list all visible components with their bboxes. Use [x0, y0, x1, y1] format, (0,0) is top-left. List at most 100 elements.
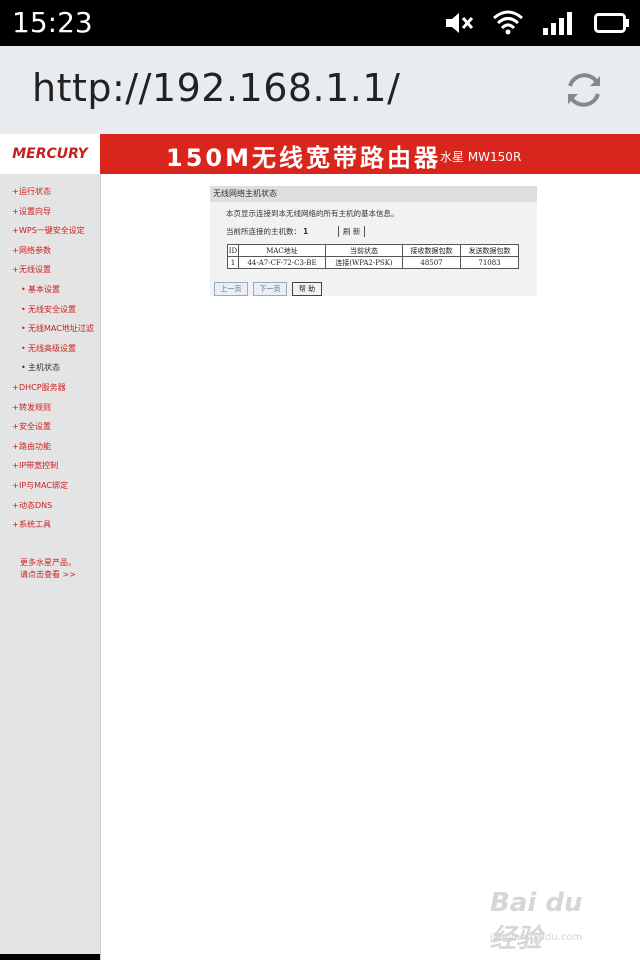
sidebar-item[interactable]: + DHCP服务器: [0, 378, 100, 398]
sidebar-item[interactable]: + 运行状态: [0, 182, 100, 202]
sidebar-item[interactable]: + 动态DNS: [0, 496, 100, 516]
router-header: MERCURY 150M无线宽带路由器 水星 MW150R: [0, 134, 640, 174]
bullet-icon: +: [12, 187, 19, 196]
sidebar-item[interactable]: + 系统工具: [0, 515, 100, 535]
sidebar-item[interactable]: + 路由功能: [0, 437, 100, 457]
dot-icon: •: [21, 363, 26, 373]
sidebar-nav: + 运行状态 + 设置向导 + WPS一键安全设定 + 网络参数 + 无线设置 • 基本设置 • 无线安全…: [0, 174, 101, 960]
dot-icon: •: [21, 343, 26, 353]
sidebar-item[interactable]: + IP带宽控制: [0, 456, 100, 476]
url-text[interactable]: http://192.168.1.1/: [32, 66, 400, 110]
host-table: ID MAC地址 当前状态 接收数据包数 发送数据包数 1 44-A7-CF-7…: [227, 244, 519, 269]
host-count-label: 当前所连接的主机数：: [226, 227, 301, 236]
sidebar-item[interactable]: + WPS一键安全设定: [0, 221, 100, 241]
sidebar-item[interactable]: + IP与MAC绑定: [0, 476, 100, 496]
help-button[interactable]: 帮 助: [292, 282, 322, 296]
table-header-cell: 当前状态: [325, 244, 403, 257]
bullet-icon: +: [12, 480, 19, 490]
status-time: 15:23: [12, 6, 93, 39]
mercury-logo: MERCURY: [12, 146, 88, 162]
bullet-icon: +: [12, 422, 19, 432]
sidebar-item-label[interactable]: IP带宽控制: [19, 456, 58, 476]
sidebar-item-label[interactable]: 主机状态: [28, 358, 60, 378]
sidebar-item-label[interactable]: 无线高级设置: [28, 339, 76, 359]
wifi-icon: [493, 10, 523, 35]
table-header-cell: 发送数据包数: [460, 244, 519, 257]
bullet-icon: +: [12, 382, 19, 392]
sidebar-item-label[interactable]: 无线MAC地址过滤: [28, 319, 94, 339]
table-header-cell: ID: [227, 244, 239, 257]
sidebar-item-label[interactable]: 动态DNS: [19, 496, 52, 516]
sidebar-item[interactable]: • 无线高级设置: [0, 339, 100, 359]
host-count-value: 1: [303, 227, 309, 236]
table-header-cell: 接收数据包数: [402, 244, 461, 257]
sidebar-item-label[interactable]: 安全设置: [19, 417, 51, 437]
refresh-button[interactable]: 刷 新: [338, 226, 366, 237]
status-icons: [444, 8, 630, 38]
host-status-panel: 无线网络主机状态 本页显示连接到本无线网络的所有主机的基本信息。 当前所连接的主…: [210, 186, 537, 296]
next-page-button[interactable]: 下一页: [253, 282, 287, 296]
table-cell: 44-A7-CF-72-C3-BE: [238, 256, 326, 269]
sidebar-item-label[interactable]: 运行状态: [19, 182, 51, 202]
status-bar: 15:23: [0, 0, 640, 46]
sidebar-item-label[interactable]: 无线设置: [19, 260, 51, 280]
sidebar-item-label[interactable]: 基本设置: [28, 280, 60, 300]
sidebar-item[interactable]: + 设置向导: [0, 202, 100, 222]
sidebar-item[interactable]: + 安全设置: [0, 417, 100, 437]
promo-link[interactable]: 更多水星产品， 请点击查看 >>: [20, 557, 76, 581]
sidebar-item[interactable]: • 主机状态: [0, 358, 100, 378]
sidebar-item-label[interactable]: DHCP服务器: [19, 378, 66, 398]
table-cell: 连接(WPA2-PSK): [325, 256, 403, 269]
table-cell: 71083: [460, 256, 519, 269]
table-cell: 1: [227, 256, 239, 269]
sidebar-item-label[interactable]: 转发规则: [19, 398, 51, 418]
sidebar-item[interactable]: + 转发规则: [0, 398, 100, 418]
panel-description: 本页显示连接到本无线网络的所有主机的基本信息。: [226, 209, 399, 218]
bullet-icon: +: [12, 402, 19, 412]
table-header-row: ID MAC地址 当前状态 接收数据包数 发送数据包数: [227, 244, 519, 257]
signal-icon: [543, 12, 572, 35]
sidebar-item-label[interactable]: 设置向导: [19, 202, 51, 222]
promo-line-1[interactable]: 更多水星产品，: [20, 557, 76, 569]
browser-address-bar[interactable]: http://192.168.1.1/: [0, 46, 640, 135]
prev-page-button[interactable]: 上一页: [214, 282, 248, 296]
sidebar-item-label[interactable]: 系统工具: [19, 515, 51, 535]
panel-title: 无线网络主机状态: [213, 189, 277, 198]
sidebar-item-label[interactable]: 无线安全设置: [28, 300, 76, 320]
router-title: 150M无线宽带路由器: [166, 144, 441, 172]
table-cell: 48507: [402, 256, 461, 269]
bullet-icon: +: [12, 245, 19, 255]
bullet-icon: +: [12, 500, 19, 510]
sidebar-item-label[interactable]: 网络参数: [19, 241, 51, 261]
host-count-row: 当前所连接的主机数： 1 刷 新: [226, 226, 366, 238]
sidebar-item[interactable]: • 基本设置: [0, 280, 100, 300]
router-model: 水星 MW150R: [440, 150, 522, 164]
dot-icon: •: [21, 304, 26, 314]
mute-icon: [446, 13, 474, 33]
battery-icon: [594, 13, 629, 33]
sidebar-item[interactable]: + 网络参数: [0, 241, 100, 261]
promo-line-2[interactable]: 请点击查看 >>: [20, 569, 76, 581]
bullet-icon: +: [12, 520, 19, 530]
sidebar-menu: + 运行状态 + 设置向导 + WPS一键安全设定 + 网络参数 + 无线设置 • 基本设置 • 无线安全…: [0, 182, 100, 535]
dot-icon: •: [21, 284, 26, 294]
baidu-watermark: Bai du 经验 jingyan.baidu.com: [490, 888, 604, 954]
bullet-icon: +: [12, 226, 19, 236]
sidebar-item[interactable]: • 无线安全设置: [0, 300, 100, 320]
sidebar-item[interactable]: • 无线MAC地址过滤: [0, 319, 100, 339]
panel-title-bar: 无线网络主机状态: [210, 186, 537, 202]
reload-icon[interactable]: [562, 68, 606, 112]
sidebar-item-label[interactable]: IP与MAC绑定: [19, 476, 68, 496]
bullet-icon: +: [12, 461, 19, 471]
bullet-icon: +: [12, 265, 19, 275]
sidebar-item[interactable]: + 无线设置: [0, 260, 100, 280]
sidebar-item-label[interactable]: 路由功能: [19, 437, 51, 457]
dot-icon: •: [21, 324, 26, 334]
sidebar-bottom-bar: [0, 954, 100, 960]
watermark-brand: Bai du 经验: [490, 888, 583, 954]
bullet-icon: +: [12, 206, 19, 216]
table-header-cell: MAC地址: [238, 244, 326, 257]
sidebar-item-label[interactable]: WPS一键安全设定: [19, 221, 85, 241]
watermark-url: jingyan.baidu.com: [490, 932, 583, 943]
logo-box: MERCURY: [0, 134, 100, 174]
